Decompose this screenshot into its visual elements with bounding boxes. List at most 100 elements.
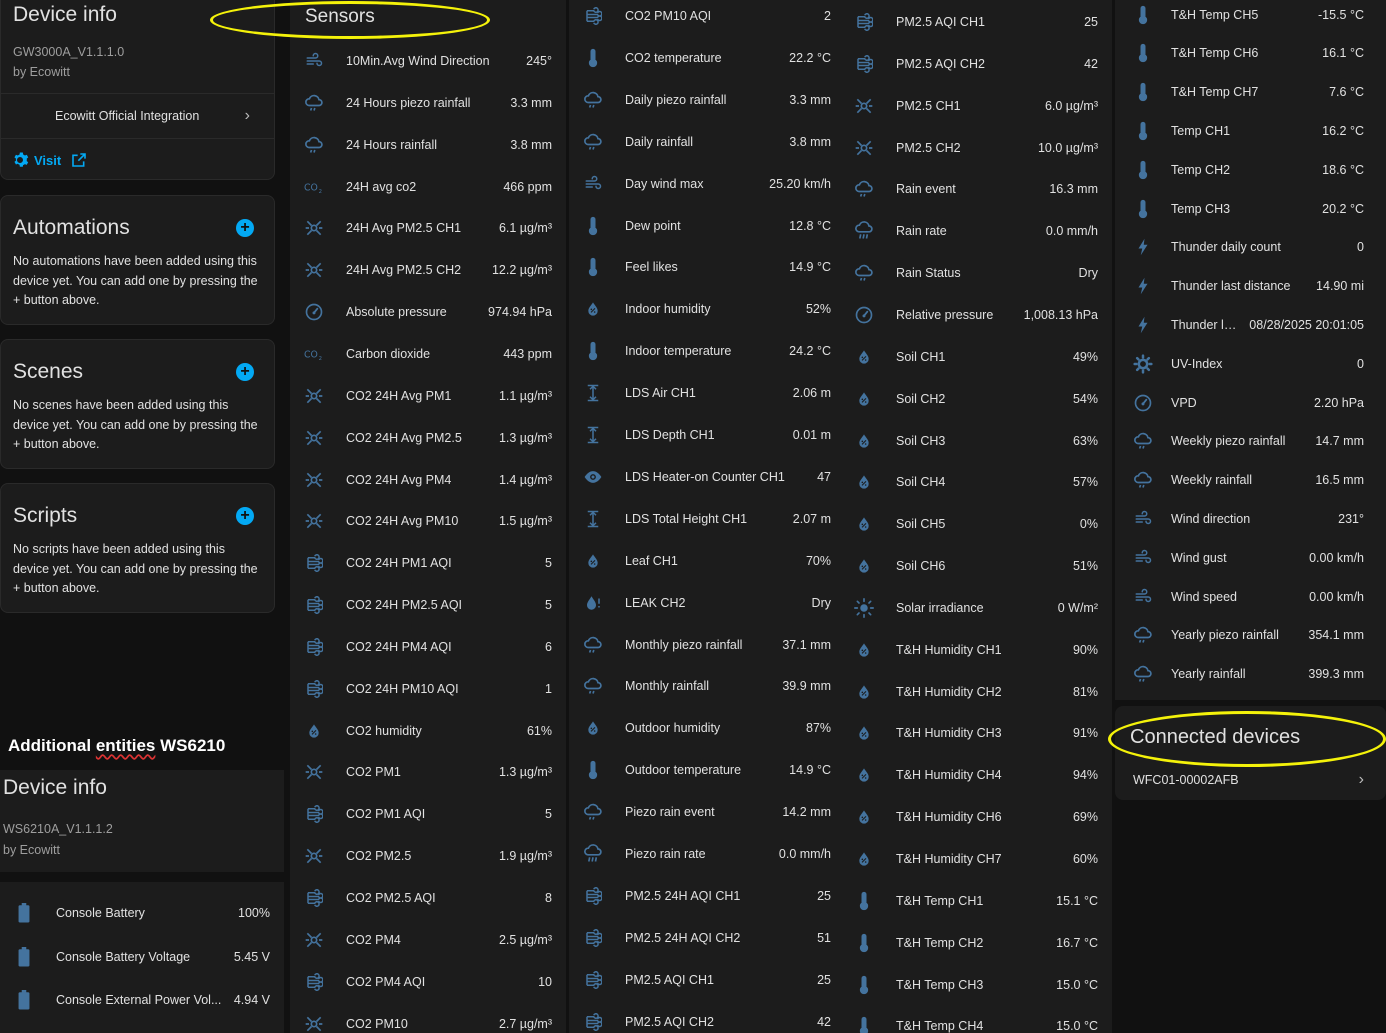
entity-row[interactable]: T&H Temp CH3 15.0 °C: [840, 964, 1112, 1006]
visit-link[interactable]: Visit: [11, 151, 87, 169]
entity-row[interactable]: Indoor humidity 52%: [569, 288, 845, 330]
entity-row[interactable]: LDS Total Height CH1 2.07 m: [569, 498, 845, 540]
entity-row[interactable]: Solar irradiance 0 W/m²: [840, 587, 1112, 629]
add-script-button[interactable]: +: [236, 507, 254, 525]
entity-row[interactable]: PM2.5 AQI CH1 25: [840, 1, 1112, 43]
entity-row[interactable]: CO2 PM10 2.7 µg/m³: [290, 1003, 566, 1033]
entity-row[interactable]: PM2.5 AQI CH2 42: [569, 1001, 845, 1033]
entity-row[interactable]: 24H Avg PM2.5 CH1 6.1 µg/m³: [290, 207, 566, 249]
entity-row[interactable]: Thunder last distance 14.90 mi: [1115, 267, 1386, 306]
entity-row[interactable]: CO2 24H Avg PM2.5 1.3 µg/m³: [290, 417, 566, 459]
entity-row[interactable]: UV-Index 0: [1115, 344, 1386, 383]
entity-row[interactable]: Temp CH2 18.6 °C: [1115, 150, 1386, 189]
entity-row[interactable]: PM2.5 24H AQI CH1 25: [569, 875, 845, 917]
entity-row[interactable]: CO2 24H Avg PM10 1.5 µg/m³: [290, 500, 566, 542]
entity-row[interactable]: CO2 PM2.5 1.9 µg/m³: [290, 835, 566, 877]
entity-row[interactable]: Monthly rainfall 39.9 mm: [569, 665, 845, 707]
entity-row[interactable]: T&H Temp CH2 16.7 °C: [840, 922, 1112, 964]
entity-row[interactable]: Indoor temperature 24.2 °C: [569, 330, 845, 372]
entity-row[interactable]: 24 Hours rainfall 3.8 mm: [290, 124, 566, 166]
entity-row[interactable]: CO 2 24H avg co2 466 ppm: [290, 166, 566, 208]
integration-link[interactable]: Ecowitt Official Integration ›: [1, 93, 274, 139]
entity-row[interactable]: Weekly piezo rainfall 14.7 mm: [1115, 422, 1386, 461]
entity-row[interactable]: Rain event 16.3 mm: [840, 168, 1112, 210]
entity-row[interactable]: T&H Humidity CH6 69%: [840, 796, 1112, 838]
connected-device-item[interactable]: WFC01-00002AFB ›: [1115, 766, 1386, 794]
entity-row[interactable]: T&H Humidity CH2 81%: [840, 671, 1112, 713]
entity-row[interactable]: T&H Temp CH6 16.1 °C: [1115, 34, 1386, 73]
entity-row[interactable]: CO2 PM4 2.5 µg/m³: [290, 919, 566, 961]
entity-row[interactable]: T&H Temp CH4 15.0 °C: [840, 1005, 1112, 1033]
entity-row[interactable]: LEAK CH2 Dry: [569, 582, 845, 624]
entity-row[interactable]: Feel likes 14.9 °C: [569, 246, 845, 288]
entity-row[interactable]: Wind gust 0.00 km/h: [1115, 538, 1386, 577]
entity-row[interactable]: Relative pressure 1,008.13 hPa: [840, 294, 1112, 336]
entity-row[interactable]: PM2.5 AQI CH1 25: [569, 959, 845, 1001]
entity-row[interactable]: T&H Temp CH7 7.6 °C: [1115, 73, 1386, 112]
entity-row[interactable]: Outdoor temperature 14.9 °C: [569, 749, 845, 791]
entity-row[interactable]: Daily piezo rainfall 3.3 mm: [569, 79, 845, 121]
entity-row[interactable]: T&H Humidity CH1 90%: [840, 629, 1112, 671]
add-scene-button[interactable]: +: [236, 363, 254, 381]
entity-row[interactable]: Console Battery 100%: [0, 892, 284, 934]
entity-row[interactable]: Temp CH1 16.2 °C: [1115, 111, 1386, 150]
entity-row[interactable]: CO2 temperature 22.2 °C: [569, 37, 845, 79]
entity-row[interactable]: CO2 humidity 61%: [290, 710, 566, 752]
entity-row[interactable]: Rain rate 0.0 mm/h: [840, 210, 1112, 252]
entity-row[interactable]: Leaf CH1 70%: [569, 540, 845, 582]
entity-row[interactable]: Soil CH6 51%: [840, 545, 1112, 587]
entity-row[interactable]: T&H Humidity CH4 94%: [840, 754, 1112, 796]
entity-row[interactable]: CO2 24H PM10 AQI 1: [290, 668, 566, 710]
entity-row[interactable]: Monthly piezo rainfall 37.1 mm: [569, 624, 845, 666]
entity-row[interactable]: CO2 PM1 AQI 5: [290, 793, 566, 835]
entity-row[interactable]: 24H Avg PM2.5 CH2 12.2 µg/m³: [290, 249, 566, 291]
entity-row[interactable]: Piezo rain rate 0.0 mm/h: [569, 833, 845, 875]
add-automation-button[interactable]: +: [236, 219, 254, 237]
entity-row[interactable]: Soil CH3 63%: [840, 420, 1112, 462]
entity-row[interactable]: T&H Temp CH5 -15.5 °C: [1115, 0, 1386, 34]
entity-row[interactable]: CO2 24H PM4 AQI 6: [290, 626, 566, 668]
entity-row[interactable]: Outdoor humidity 87%: [569, 707, 845, 749]
entity-row[interactable]: Thunder daily count 0: [1115, 228, 1386, 267]
entity-row[interactable]: PM2.5 24H AQI CH2 51: [569, 917, 845, 959]
entity-row[interactable]: Rain Status Dry: [840, 252, 1112, 294]
entity-row[interactable]: CO2 PM10 AQI 2: [569, 0, 845, 37]
entity-row[interactable]: T&H Temp CH1 15.1 °C: [840, 880, 1112, 922]
entity-row[interactable]: Thunder last ... 08/28/2025 20:01:05: [1115, 305, 1386, 344]
entity-row[interactable]: CO2 24H PM1 AQI 5: [290, 542, 566, 584]
entity-row[interactable]: LDS Heater-on Counter CH1 47: [569, 456, 845, 498]
entity-row[interactable]: VPD 2.20 hPa: [1115, 383, 1386, 422]
entity-row[interactable]: Wind speed 0.00 km/h: [1115, 577, 1386, 616]
entity-row[interactable]: 24 Hours piezo rainfall 3.3 mm: [290, 82, 566, 124]
entity-row[interactable]: Soil CH1 49%: [840, 336, 1112, 378]
entity-row[interactable]: Soil CH4 57%: [840, 461, 1112, 503]
entity-row[interactable]: CO2 24H PM2.5 AQI 5: [290, 584, 566, 626]
entity-row[interactable]: Absolute pressure 974.94 hPa: [290, 291, 566, 333]
entity-row[interactable]: PM2.5 CH2 10.0 µg/m³: [840, 127, 1112, 169]
entity-row[interactable]: Console External Power Vol... 4.94 V: [0, 979, 284, 1021]
entity-row[interactable]: Soil CH2 54%: [840, 378, 1112, 420]
entity-row[interactable]: T&H Humidity CH3 91%: [840, 712, 1112, 754]
entity-row[interactable]: CO2 PM4 AQI 10: [290, 961, 566, 1003]
entity-row[interactable]: CO2 24H Avg PM1 1.1 µg/m³: [290, 375, 566, 417]
entity-row[interactable]: Console Battery Voltage 5.45 V: [0, 936, 284, 978]
entity-row[interactable]: CO 2 Carbon dioxide 443 ppm: [290, 333, 566, 375]
entity-row[interactable]: Weekly rainfall 16.5 mm: [1115, 461, 1386, 500]
entity-row[interactable]: PM2.5 AQI CH2 42: [840, 43, 1112, 85]
entity-row[interactable]: Daily rainfall 3.8 mm: [569, 121, 845, 163]
entity-row[interactable]: Day wind max 25.20 km/h: [569, 163, 845, 205]
entity-row[interactable]: CO2 24H Avg PM4 1.4 µg/m³: [290, 459, 566, 501]
entity-row[interactable]: PM2.5 CH1 6.0 µg/m³: [840, 85, 1112, 127]
entity-row[interactable]: Piezo rain event 14.2 mm: [569, 791, 845, 833]
entity-row[interactable]: CO2 PM1 1.3 µg/m³: [290, 751, 566, 793]
entity-row[interactable]: LDS Depth CH1 0.01 m: [569, 414, 845, 456]
entity-row[interactable]: Wind direction 231°: [1115, 499, 1386, 538]
entity-row[interactable]: T&H Humidity CH7 60%: [840, 838, 1112, 880]
entity-row[interactable]: Soil CH5 0%: [840, 503, 1112, 545]
entity-row[interactable]: LDS Air CH1 2.06 m: [569, 372, 845, 414]
entity-row[interactable]: Dew point 12.8 °C: [569, 205, 845, 247]
entity-row[interactable]: Temp CH3 20.2 °C: [1115, 189, 1386, 228]
entity-row[interactable]: Yearly piezo rainfall 354.1 mm: [1115, 616, 1386, 655]
entity-row[interactable]: CO2 PM2.5 AQI 8: [290, 877, 566, 919]
entity-row[interactable]: 10Min.Avg Wind Direction 245°: [290, 40, 566, 82]
